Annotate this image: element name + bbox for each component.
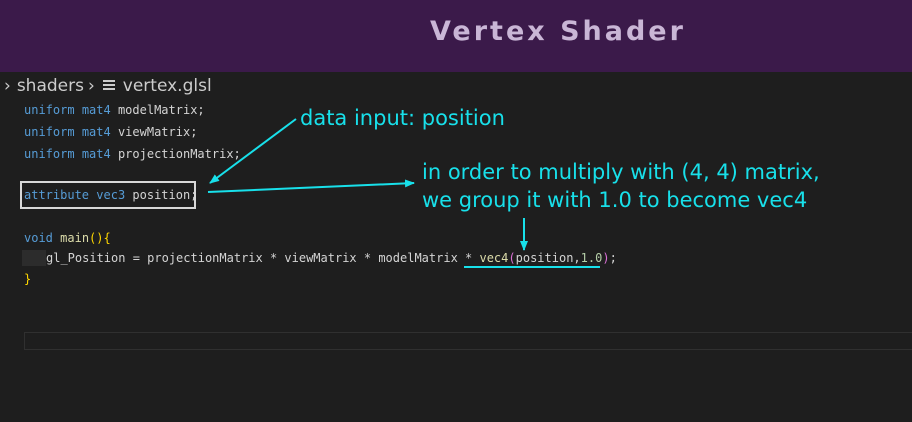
- arrow-to-attribute: [209, 118, 297, 184]
- annotation-arrows: [207, 118, 528, 251]
- arrow-to-attribute-line: [207, 179, 415, 193]
